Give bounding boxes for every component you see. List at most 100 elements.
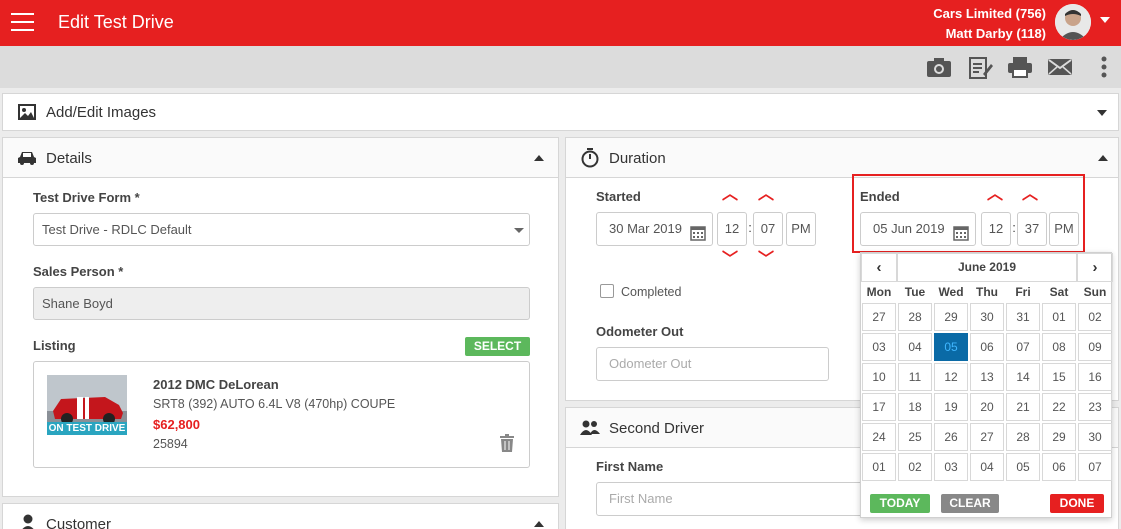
completed-checkbox[interactable]: [600, 284, 614, 298]
date-picker-popup: ‹ June 2019 › Mon Tue Wed Thu Fri Sat Sun 27 28…: [860, 252, 1113, 518]
started-hour-up-icon[interactable]: ︿: [722, 187, 738, 203]
calendar-day[interactable]: 30: [1078, 423, 1112, 451]
account-info[interactable]: Cars Limited (756) Matt Darby (118): [933, 4, 1046, 44]
calendar-day[interactable]: 30: [970, 303, 1004, 331]
first-name-input[interactable]: First Name: [596, 482, 876, 516]
calendar-day[interactable]: 16: [1078, 363, 1112, 391]
ended-min-input[interactable]: 37: [1017, 212, 1047, 246]
images-panel[interactable]: Add/Edit Images: [2, 93, 1119, 131]
calendar-day[interactable]: 26: [934, 423, 968, 451]
test-drive-form-label: Test Drive Form *: [33, 190, 140, 205]
odometer-input[interactable]: Odometer Out: [596, 347, 829, 381]
calendar-day[interactable]: 21: [1006, 393, 1040, 421]
more-vertical-icon[interactable]: [1092, 56, 1116, 78]
ended-min-up-icon[interactable]: ︿: [1022, 187, 1038, 203]
calendar-day[interactable]: 14: [1006, 363, 1040, 391]
calendar-day[interactable]: 12: [934, 363, 968, 391]
calendar-day[interactable]: 06: [1042, 453, 1076, 481]
odometer-label: Odometer Out: [596, 324, 684, 339]
calendar-day[interactable]: 25: [898, 423, 932, 451]
calendar-day[interactable]: 13: [970, 363, 1004, 391]
chevron-up-icon[interactable]: [534, 521, 544, 527]
calendar-day[interactable]: 07: [1078, 453, 1112, 481]
calendar-day[interactable]: 04: [970, 453, 1004, 481]
ended-ampm-toggle[interactable]: PM: [1049, 212, 1079, 246]
started-min-down-icon[interactable]: ﹀: [758, 252, 774, 268]
listing-card[interactable]: ON TEST DRIVE 2012 DMC DeLorean SRT8 (39…: [33, 361, 530, 468]
details-header[interactable]: Details: [3, 138, 558, 178]
started-date-input[interactable]: 30 Mar 2019: [596, 212, 713, 246]
print-icon[interactable]: [1007, 56, 1033, 78]
second-driver-title: Second Driver: [609, 420, 705, 437]
calendar-day[interactable]: 06: [970, 333, 1004, 361]
calendar-day[interactable]: 09: [1078, 333, 1112, 361]
started-min-up-icon[interactable]: ︿: [758, 187, 774, 203]
calendar-day[interactable]: 19: [934, 393, 968, 421]
avatar[interactable]: [1055, 4, 1091, 40]
calendar-day[interactable]: 04: [898, 333, 932, 361]
listing-label: Listing: [33, 338, 76, 353]
clear-button[interactable]: CLEAR: [941, 494, 999, 513]
trash-icon[interactable]: [499, 434, 515, 455]
calendar-day[interactable]: 31: [1006, 303, 1040, 331]
ended-hour-up-icon[interactable]: ︿: [987, 187, 1003, 203]
duration-header[interactable]: Duration: [566, 138, 1118, 178]
month-title[interactable]: June 2019: [897, 253, 1077, 282]
calendar-day[interactable]: 08: [1042, 333, 1076, 361]
chevron-down-icon[interactable]: [1097, 110, 1107, 116]
calendar-day[interactable]: 28: [898, 303, 932, 331]
chevron-up-icon[interactable]: [534, 155, 544, 161]
calendar-day[interactable]: 27: [970, 423, 1004, 451]
started-hour-down-icon[interactable]: ﹀: [722, 252, 738, 268]
next-month-icon[interactable]: ›: [1077, 253, 1113, 282]
calendar-day[interactable]: 29: [1042, 423, 1076, 451]
account-dropdown-icon[interactable]: [1100, 17, 1110, 23]
weekday-label: Fri: [1015, 285, 1031, 299]
sales-person-field: Shane Boyd: [33, 287, 530, 320]
calendar-day[interactable]: 24: [862, 423, 896, 451]
calendar-day[interactable]: 15: [1042, 363, 1076, 391]
camera-icon[interactable]: [926, 56, 952, 78]
user-name: Matt Darby (118): [945, 26, 1046, 41]
calendar-day[interactable]: 29: [934, 303, 968, 331]
calendar-day[interactable]: 02: [898, 453, 932, 481]
calendar-day[interactable]: 22: [1042, 393, 1076, 421]
calendar-day[interactable]: 28: [1006, 423, 1040, 451]
calendar-day[interactable]: 27: [862, 303, 896, 331]
status-badge: ON TEST DRIVE: [47, 422, 127, 435]
calendar-day[interactable]: 20: [970, 393, 1004, 421]
calendar-day[interactable]: 07: [1006, 333, 1040, 361]
calendar-day[interactable]: 18: [898, 393, 932, 421]
completed-label: Completed: [621, 285, 682, 299]
prev-month-icon[interactable]: ‹: [861, 253, 897, 282]
ended-hour-input[interactable]: 12: [981, 212, 1011, 246]
calendar-day[interactable]: 17: [862, 393, 896, 421]
listing-name: 2012 DMC DeLorean: [153, 377, 279, 392]
calendar-day[interactable]: 23: [1078, 393, 1112, 421]
ended-date-input[interactable]: 05 Jun 2019: [860, 212, 976, 246]
test-drive-form-select[interactable]: Test Drive - RDLC Default: [33, 213, 530, 246]
started-ampm-toggle[interactable]: PM: [786, 212, 816, 246]
calendar-day[interactable]: 02: [1078, 303, 1112, 331]
notes-icon[interactable]: [967, 56, 993, 79]
test-drive-form-value: Test Drive - RDLC Default: [42, 222, 192, 237]
customer-panel[interactable]: Customer: [2, 503, 559, 529]
weekday-label: Wed: [938, 285, 964, 299]
calendar-day[interactable]: 11: [898, 363, 932, 391]
chevron-up-icon[interactable]: [1098, 155, 1108, 161]
calendar-day[interactable]: 05: [934, 333, 968, 361]
calendar-day[interactable]: 05: [1006, 453, 1040, 481]
calendar-day[interactable]: 03: [934, 453, 968, 481]
started-hour-input[interactable]: 12: [717, 212, 747, 246]
menu-icon[interactable]: [11, 13, 35, 33]
started-label: Started: [596, 189, 641, 204]
today-button[interactable]: TODAY: [870, 494, 930, 513]
email-icon[interactable]: [1047, 56, 1073, 78]
calendar-day[interactable]: 10: [862, 363, 896, 391]
done-button[interactable]: DONE: [1050, 494, 1104, 513]
calendar-day[interactable]: 01: [1042, 303, 1076, 331]
calendar-day[interactable]: 03: [862, 333, 896, 361]
started-min-input[interactable]: 07: [753, 212, 783, 246]
calendar-day[interactable]: 01: [862, 453, 896, 481]
select-listing-button[interactable]: SELECT: [465, 337, 530, 356]
